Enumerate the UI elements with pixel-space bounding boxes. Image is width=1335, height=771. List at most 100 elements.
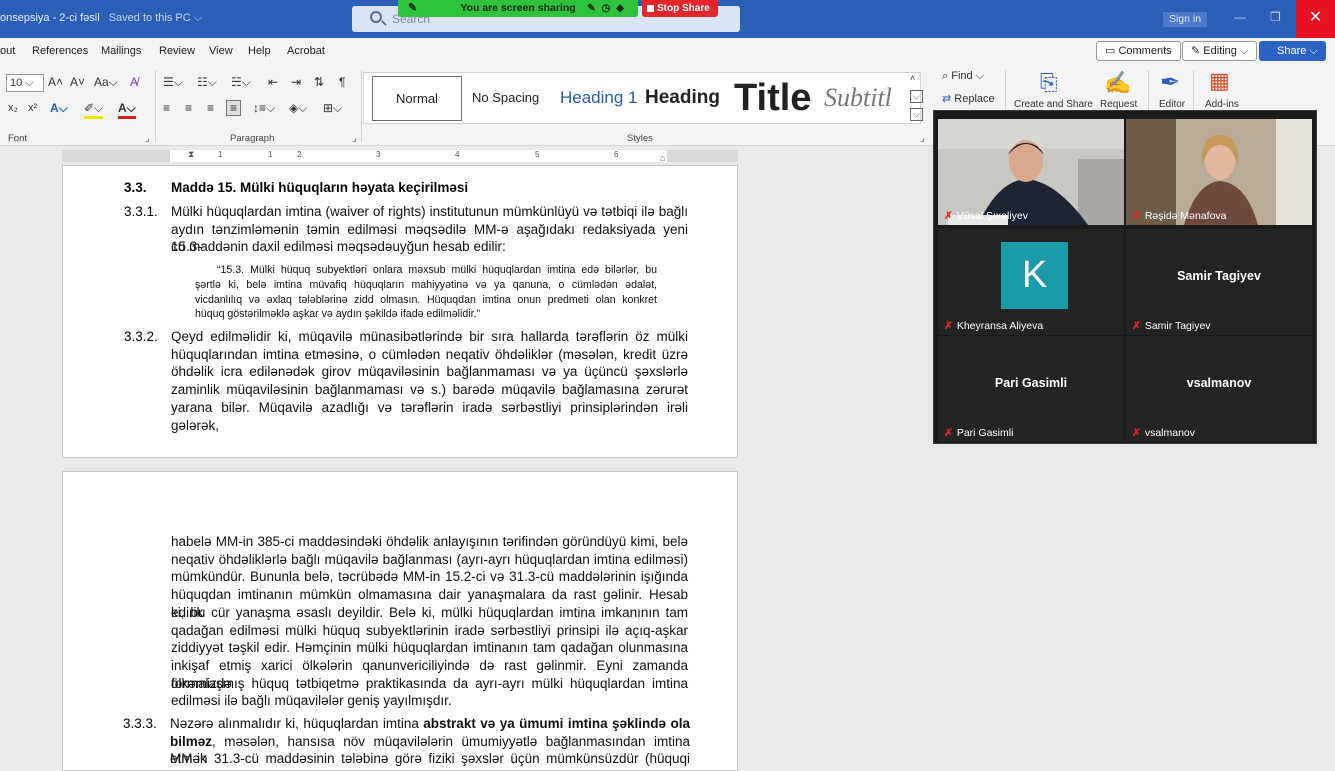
- style-title[interactable]: Title: [734, 73, 811, 123]
- decrease-indent-icon[interactable]: ⇤: [268, 75, 278, 89]
- restore-icon[interactable]: ❐: [1270, 10, 1281, 24]
- search-icon: [370, 11, 382, 23]
- screen-sharing-status: You are screen sharing: [460, 2, 576, 14]
- bullets-icon[interactable]: ☰⌵: [163, 75, 183, 90]
- paragraph-number: 3.3.2.: [124, 329, 158, 344]
- borders-icon[interactable]: ⊞⌵: [323, 101, 342, 116]
- ribbon-separator: [361, 70, 362, 142]
- comments-button[interactable]: ▭ Comments: [1096, 41, 1181, 61]
- numbering-icon[interactable]: ☷⌵: [197, 75, 217, 90]
- close-icon[interactable]: ✕: [1296, 0, 1335, 38]
- line-spacing-icon[interactable]: ↕≡⌵: [253, 101, 275, 116]
- editor-label[interactable]: Editor: [1159, 99, 1185, 110]
- right-indent-marker-icon[interactable]: ⌂: [660, 153, 665, 163]
- styles-dialog-icon[interactable]: ⌟: [920, 133, 924, 144]
- align-left-icon[interactable]: ≡: [163, 101, 170, 115]
- participant-tile[interactable]: Pari Gasimli ✗ Pari Gasimli: [938, 336, 1124, 442]
- grow-font-icon[interactable]: A˄: [48, 75, 63, 89]
- font-color-icon[interactable]: A⌵: [118, 101, 136, 119]
- find-button[interactable]: ⌕ Find ⌵: [942, 70, 984, 83]
- share-controls-icons[interactable]: ✎◷◆: [587, 0, 630, 17]
- replace-button[interactable]: ⇄ Replace: [942, 92, 995, 105]
- menu-review[interactable]: Review: [159, 45, 195, 57]
- style-subtitle[interactable]: Subtitl: [824, 73, 906, 123]
- ruler-number: 3: [376, 150, 381, 159]
- paragraph-line: öhdəlik icra edilənədək girov müqaviləsi…: [171, 364, 688, 380]
- document-page-2[interactable]: habelə MM-in 385-ci maddəsindəki öhdəlik…: [62, 471, 738, 771]
- quote-line: “15.3. Mülki hüquq subyektləri onlara mə…: [217, 264, 657, 276]
- menu-acrobat[interactable]: Acrobat: [287, 45, 325, 57]
- participant-name: ✗ vsalmanov: [1132, 427, 1196, 439]
- paragraph-line: Nəzərə alınmalıdır ki, hüquqlardan imtin…: [170, 716, 690, 731]
- add-ins-icon[interactable]: ▦: [1209, 68, 1230, 94]
- create-share-label[interactable]: Create and Share: [1014, 99, 1093, 110]
- font-size-select[interactable]: 10 ⌵: [6, 74, 44, 92]
- saved-status[interactable]: Saved to this PC ⌵: [109, 12, 202, 24]
- menu-view[interactable]: View: [209, 45, 233, 57]
- zoom-gallery-window[interactable]: ✗ Vüsal Şıxəliyev ✗ Rəşidə Mənafova K ✗ Khe…: [933, 110, 1317, 444]
- add-ins-label[interactable]: Add-ins: [1205, 99, 1239, 110]
- highlight-icon[interactable]: ✐⌵: [84, 101, 104, 119]
- create-share-pdf-icon[interactable]: ⎘: [1040, 70, 1058, 96]
- superscript-icon[interactable]: x²: [28, 102, 37, 114]
- participant-name: ✗ Pari Gasimli: [944, 427, 1014, 439]
- styles-scroll-up-icon[interactable]: ˄: [910, 73, 915, 83]
- clear-formatting-icon[interactable]: A̸: [130, 75, 138, 89]
- minimize-icon[interactable]: —: [1234, 10, 1246, 24]
- increase-indent-icon[interactable]: ⇥: [291, 75, 301, 89]
- participant-tile[interactable]: Samir Tagiyev ✗ Samir Tagiyev: [1126, 229, 1312, 335]
- sort-icon[interactable]: ⇅: [314, 75, 324, 89]
- menu-references[interactable]: References: [32, 45, 88, 57]
- change-case-icon[interactable]: Aa⌵: [94, 75, 118, 90]
- style-heading[interactable]: Heading: [645, 73, 720, 123]
- document-page-1[interactable]: 3.3. Maddə 15. Mülki hüquqların həyata k…: [62, 165, 738, 458]
- subscript-icon[interactable]: x₂: [8, 102, 18, 114]
- font-dialog-icon[interactable]: ⌟: [145, 133, 149, 144]
- styles-gallery: Normal No Spacing Heading 1 Heading Titl…: [363, 72, 921, 124]
- editing-button[interactable]: ✎ Editing ⌵: [1182, 41, 1258, 61]
- participant-tile[interactable]: ✗ Rəşidə Mənafova: [1126, 119, 1312, 225]
- mic-muted-icon: ✗: [1132, 210, 1141, 222]
- paragraph-line: habelə MM-in 385-ci maddəsindəki öhdəlik…: [171, 534, 688, 549]
- justify-icon[interactable]: ≡: [226, 100, 242, 116]
- multilevel-list-icon[interactable]: ☵⌵: [231, 75, 251, 90]
- request-signatures-icon[interactable]: ✍: [1104, 70, 1131, 96]
- align-center-icon[interactable]: ≡: [185, 101, 192, 115]
- align-right-icon[interactable]: ≡: [207, 101, 214, 115]
- text-effects-icon[interactable]: A⌵: [50, 101, 68, 116]
- participant-tile[interactable]: ✗ Vüsal Şıxəliyev: [938, 119, 1124, 225]
- screen-sharing-bar[interactable]: ✎ You are screen sharing ✎◷◆: [398, 0, 638, 17]
- participant-tile[interactable]: vsalmanov ✗ vsalmanov: [1126, 336, 1312, 442]
- quote-line: vicdanlılıq və əxlaq tələblərinə zidd ol…: [195, 293, 657, 306]
- group-font-label: Font: [8, 133, 28, 144]
- ruler-track[interactable]: 1 1 2 3 4 5 6: [62, 150, 738, 162]
- style-no-spacing[interactable]: No Spacing: [472, 73, 539, 123]
- paragraph-line: zaminlik müqaviləsinin bağlanmaması və s…: [171, 382, 688, 398]
- request-label[interactable]: Request: [1100, 99, 1137, 110]
- shrink-font-icon[interactable]: A˅: [70, 75, 85, 89]
- pin-icon[interactable]: ✎: [408, 0, 417, 17]
- ruler-number: 2: [297, 150, 302, 159]
- paragraph-line: Mülki hüquqlardan imtina (waiver of righ…: [171, 204, 688, 219]
- participant-tile[interactable]: K ✗ Kheyransa Aliyeva: [938, 229, 1124, 335]
- indent-marker-icon[interactable]: ⧗: [188, 149, 194, 160]
- group-paragraph-label: Paragraph: [230, 133, 275, 144]
- paragraph-dialog-icon[interactable]: ⌟: [352, 133, 356, 144]
- shading-icon[interactable]: ◈⌵: [289, 101, 307, 116]
- paragraph-line: yarana bilər. Müqavilə azadlığı və tərəf…: [171, 399, 688, 433]
- share-button[interactable]: Share ⌵: [1259, 41, 1326, 61]
- menu-layout[interactable]: out: [0, 45, 15, 57]
- stop-share-button[interactable]: Stop Share: [642, 0, 718, 17]
- style-normal[interactable]: Normal: [372, 76, 462, 121]
- paragraph-line: ki, bu cür yanaşma əsaslı deyildir. Belə…: [171, 604, 688, 620]
- menu-mailings[interactable]: Mailings: [101, 45, 141, 57]
- styles-more-icon[interactable]: ⌵: [910, 108, 923, 121]
- editor-icon[interactable]: ✒: [1160, 68, 1180, 97]
- pilcrow-icon[interactable]: ¶: [339, 75, 345, 89]
- paragraph-line: qadağan edilməsi mülki hüquq subyektləri…: [171, 622, 688, 638]
- styles-scroll-down-icon[interactable]: ⌵: [910, 90, 923, 103]
- sign-in-button[interactable]: Sign in: [1163, 12, 1207, 27]
- menu-help[interactable]: Help: [248, 45, 271, 57]
- quote-line: şərtlə ki, belə imtina müvafiq hüquqları…: [195, 278, 657, 291]
- style-heading-1[interactable]: Heading 1: [560, 73, 638, 123]
